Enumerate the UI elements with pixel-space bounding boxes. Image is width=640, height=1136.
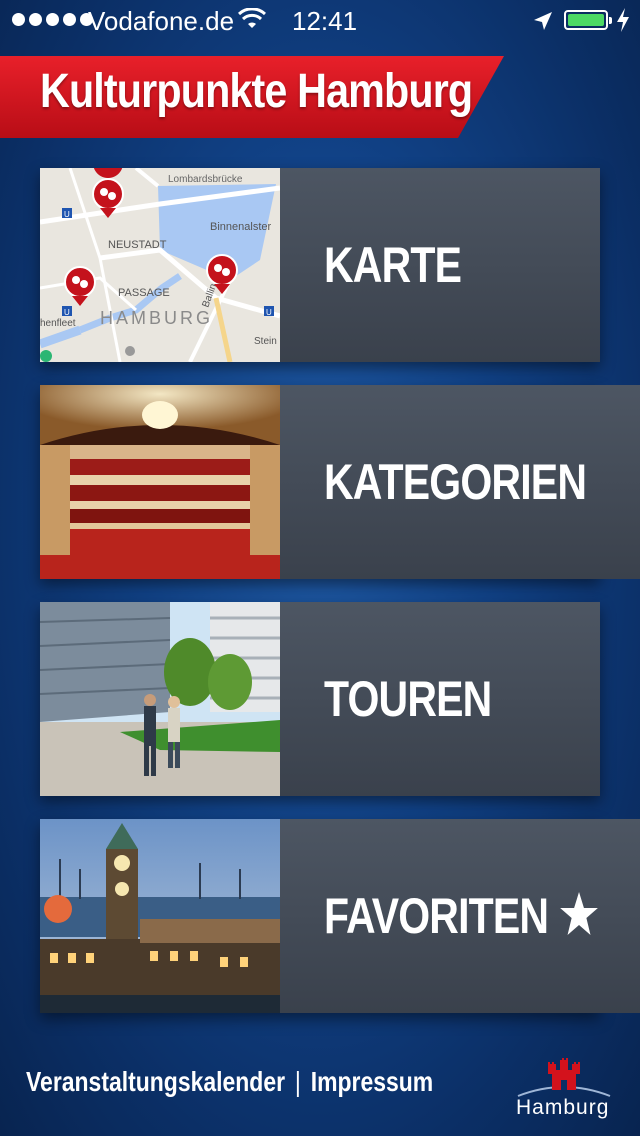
clock: 12:41: [292, 6, 358, 36]
map-label-stein: Stein: [254, 336, 277, 347]
charging-bolt-icon: [617, 8, 629, 32]
header-banner: Kulturpunkte Hamburg: [0, 56, 504, 138]
s-bahn-icon: [40, 350, 52, 362]
map-label-fleet: henfleet: [40, 318, 76, 329]
footer-links: Veranstaltungskalender | Impressum: [26, 1066, 433, 1098]
menu-tile-kategorien[interactable]: KATEGORIEN: [40, 385, 640, 579]
menu-tile-label: TOUREN: [324, 671, 492, 727]
wifi-icon: [238, 8, 266, 28]
app-title: Kulturpunkte Hamburg: [40, 65, 473, 118]
theater-photo: [40, 385, 280, 579]
map-thumbnail: Lombardsbrücke Binnenalster NEUSTADT PAS…: [40, 168, 280, 362]
carrier-name: Vodafone.de: [88, 6, 235, 36]
footer-separator: |: [294, 1066, 301, 1097]
menu-tile-label: KATEGORIEN: [324, 454, 587, 510]
parking-icon: [125, 346, 135, 356]
svg-text:U: U: [64, 308, 70, 317]
signal-strength-icon: [12, 13, 93, 26]
star-icon: [560, 892, 599, 935]
menu-tile-label: FAVORITEN: [324, 887, 599, 945]
impressum-link[interactable]: Impressum: [311, 1066, 434, 1097]
menu-tile-favoriten[interactable]: FAVORITEN: [40, 819, 640, 1013]
menu-tile-karte[interactable]: Lombardsbrücke Binnenalster NEUSTADT PAS…: [40, 168, 600, 362]
location-arrow-icon: [534, 12, 552, 30]
map-label-passage: PASSAGE: [118, 287, 170, 299]
hamburg-logo-text: Hamburg: [516, 1096, 610, 1119]
map-label-neustadt: NEUSTADT: [108, 239, 167, 251]
map-label-hamburg: HAMBURG: [100, 308, 213, 328]
map-label-binnenalster: Binnenalster: [210, 221, 271, 233]
veranstaltungskalender-link[interactable]: Veranstaltungskalender: [26, 1066, 285, 1097]
menu-tile-touren[interactable]: TOUREN: [40, 602, 600, 796]
menu-tile-label: KARTE: [324, 237, 462, 293]
status-bar: Vodafone.de 12:41: [0, 0, 640, 40]
walking-couple-photo: [40, 602, 280, 796]
harbour-tower-photo: [40, 819, 280, 1013]
battery-icon: [564, 10, 612, 30]
svg-text:U: U: [266, 308, 272, 317]
map-label-lombardsbrucke: Lombardsbrücke: [168, 174, 243, 185]
svg-text:U: U: [64, 210, 70, 219]
